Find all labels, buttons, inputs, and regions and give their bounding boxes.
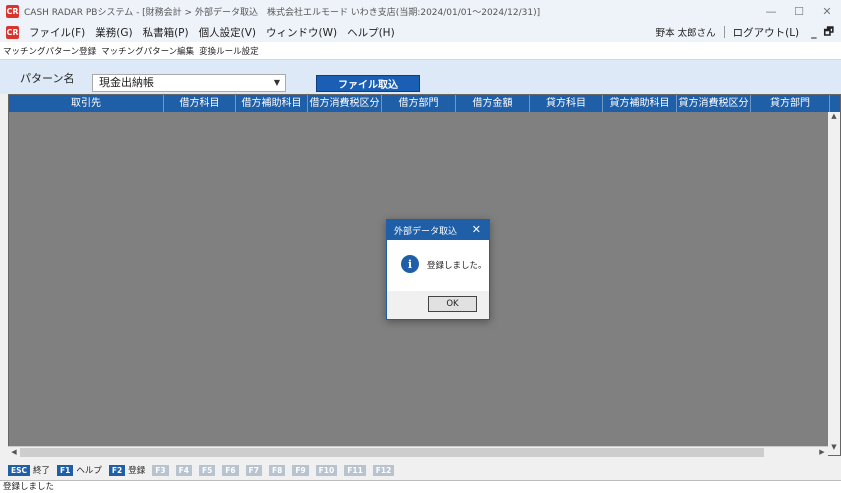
- function-key-bar: ESC 終了 F1 ヘルプ F2 登録 F3 F4 F5 F6 F7 F8 F9…: [0, 462, 841, 478]
- title-bar: CR CASH RADAR PBシステム - [財務会計 > 外部データ取込 株…: [0, 0, 841, 22]
- col-debit-sub-account[interactable]: 借方補助科目: [236, 95, 308, 112]
- fkey-badge: F4: [175, 464, 192, 476]
- menu-logo-icon[interactable]: CR: [6, 25, 19, 39]
- pattern-bar: パターン名 現金出納帳 ▼ ファイル取込: [0, 60, 841, 94]
- sub-tabs: マッチングパターン登録 マッチングパターン編集 変換ルール設定: [0, 42, 841, 60]
- fkey-badge: F3: [152, 464, 169, 476]
- fkey-f11: F11: [344, 464, 366, 476]
- info-icon: i: [401, 255, 419, 273]
- app-logo-icon: CR: [6, 4, 19, 18]
- fkey-badge: F2: [108, 464, 126, 476]
- status-bar: 登録しました: [0, 480, 841, 493]
- close-button[interactable]: ✕: [813, 0, 841, 22]
- fkey-badge: F10: [315, 464, 338, 476]
- col-debit-tax[interactable]: 借方消費税区分: [308, 95, 382, 112]
- fkey-badge: F5: [198, 464, 216, 476]
- grid-header: 取引先 借方科目 借方補助科目 借方消費税区分 借方部門 借方金額 貸方科目 貸…: [9, 95, 840, 112]
- window-title: CASH RADAR PBシステム - [財務会計 > 外部データ取込 株式会社…: [24, 7, 541, 18]
- fkey-f3: F3: [152, 464, 169, 476]
- logout-menu[interactable]: ログアウト(L): [733, 25, 800, 40]
- col-credit-tax[interactable]: 貸方消費税区分: [677, 95, 751, 112]
- chevron-down-icon[interactable]: ▼: [269, 75, 285, 91]
- col-debit-account[interactable]: 借方科目: [164, 95, 236, 112]
- dialog-message: 登録しました。: [427, 261, 487, 271]
- fkey-badge: F11: [344, 464, 366, 476]
- fkey-f7: F7: [245, 464, 262, 476]
- menu-separator: [723, 26, 725, 38]
- tab-matching-pattern-register[interactable]: マッチングパターン登録: [3, 45, 96, 57]
- fkey-f9: F9: [292, 464, 309, 476]
- fkey-badge: F8: [268, 464, 286, 476]
- fkey-badge: F9: [292, 464, 309, 476]
- ok-button[interactable]: OK: [428, 296, 477, 312]
- dialog-title: 外部データ取込: [394, 226, 458, 237]
- menu-mailbox[interactable]: 私書箱(P): [143, 25, 189, 40]
- scroll-up-icon[interactable]: ▲: [828, 112, 840, 124]
- horizontal-scroll-thumb[interactable]: [20, 448, 764, 457]
- scroll-right-icon[interactable]: ▶: [816, 447, 828, 458]
- fkey-f10: F10: [315, 464, 338, 476]
- fkey-f6: F6: [222, 464, 239, 476]
- fkey-f8: F8: [268, 464, 286, 476]
- fkey-f5: F5: [198, 464, 216, 476]
- fkey-label: 終了: [33, 466, 51, 476]
- dialog-body: i 登録しました。: [387, 240, 489, 292]
- fkey-f4: F4: [175, 464, 192, 476]
- dialog-title-bar: 外部データ取込 ✕: [387, 220, 489, 240]
- horizontal-scrollbar[interactable]: ◀ ▶: [8, 446, 828, 458]
- mdi-minimize-button[interactable]: _: [811, 26, 817, 39]
- menu-right-group: 野本 太郎さん ログアウト(L) _ 🗗: [656, 22, 841, 42]
- user-name: 野本 太郎さん: [655, 28, 716, 39]
- window-controls: — ☐ ✕: [757, 0, 841, 22]
- fkey-badge: F1: [57, 464, 74, 476]
- fkey-esc[interactable]: ESC 終了: [8, 464, 50, 476]
- menu-bar: CR ファイル(F) 業務(G) 私書箱(P) 個人設定(V) ウィンドウ(W)…: [0, 22, 841, 42]
- scroll-down-icon[interactable]: ▼: [828, 443, 840, 455]
- col-credit-department[interactable]: 貸方部門: [751, 95, 830, 112]
- menu-business[interactable]: 業務(G): [95, 25, 132, 40]
- fkey-badge: ESC: [8, 464, 31, 476]
- mdi-restore-button[interactable]: 🗗: [824, 23, 834, 42]
- menu-file[interactable]: ファイル(F): [29, 25, 85, 40]
- dialog-close-icon[interactable]: ✕: [472, 223, 481, 236]
- menu-window[interactable]: ウィンドウ(W): [266, 25, 337, 40]
- fkey-badge: F7: [245, 464, 262, 476]
- col-debit-department[interactable]: 借方部門: [382, 95, 456, 112]
- tab-matching-pattern-edit[interactable]: マッチングパターン編集: [101, 45, 194, 57]
- maximize-button[interactable]: ☐: [785, 0, 813, 22]
- col-credit-account[interactable]: 貸方科目: [530, 95, 603, 112]
- pattern-select[interactable]: 現金出納帳 ▼: [92, 74, 286, 92]
- fkey-label: 登録: [128, 466, 146, 476]
- fkey-badge: F12: [372, 464, 395, 476]
- vertical-scrollbar[interactable]: ▲ ▼: [828, 112, 840, 455]
- fkey-label: ヘルプ: [76, 466, 102, 476]
- pattern-select-value: 現金出納帳: [99, 76, 154, 89]
- fkey-badge: F6: [222, 464, 239, 476]
- tab-conversion-rule-settings[interactable]: 変換ルール設定: [199, 45, 259, 57]
- menu-help[interactable]: ヘルプ(H): [347, 25, 395, 40]
- fkey-f12: F12: [372, 464, 395, 476]
- scroll-left-icon[interactable]: ◀: [8, 447, 20, 458]
- col-partner[interactable]: 取引先: [9, 95, 164, 112]
- minimize-button[interactable]: —: [757, 0, 785, 22]
- fkey-f2[interactable]: F2 登録: [108, 464, 146, 476]
- dialog-footer: OK: [387, 291, 489, 319]
- menu-personal-settings[interactable]: 個人設定(V): [199, 25, 256, 40]
- pattern-name-label: パターン名: [20, 72, 75, 85]
- fkey-f1[interactable]: F1 ヘルプ: [57, 464, 102, 476]
- col-debit-amount[interactable]: 借方金額: [456, 95, 530, 112]
- file-import-button[interactable]: ファイル取込: [316, 75, 420, 92]
- message-dialog: 外部データ取込 ✕ i 登録しました。 OK: [386, 219, 490, 320]
- col-credit-sub-account[interactable]: 貸方補助科目: [603, 95, 677, 112]
